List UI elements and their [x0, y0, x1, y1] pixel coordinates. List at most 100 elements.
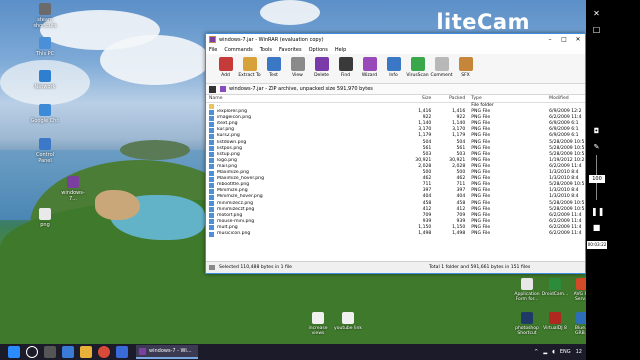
desktop-icon-label: png: [40, 222, 50, 228]
toolbar-button-label: View: [292, 73, 303, 78]
stop-icon[interactable]: ■: [591, 222, 602, 233]
desktop-icon[interactable]: png: [30, 208, 60, 228]
column-packed[interactable]: Packed: [433, 95, 467, 102]
file-list-header: Name Size Packed Type Modified: [206, 95, 585, 103]
toolbar-button-icon: [434, 57, 449, 71]
toolbar-button-icon: [338, 57, 353, 71]
toolbar-button-label: VirusScan: [406, 73, 429, 78]
toolbar-button[interactable]: Find: [334, 56, 357, 78]
toolbar-button[interactable]: Comment: [430, 56, 453, 78]
menu-item[interactable]: Commands: [224, 47, 252, 53]
png-file-icon: [209, 140, 214, 146]
png-file-icon: [209, 146, 214, 152]
toolbar-button[interactable]: VirusScan: [406, 56, 429, 78]
desktop-icon[interactable]: DroidCam...: [540, 278, 570, 297]
desktop-icon[interactable]: Blue... GRB...: [567, 312, 586, 336]
desktop-icon[interactable]: Network: [30, 70, 60, 90]
desktop-icon[interactable]: steam shortcuts: [30, 3, 60, 29]
desktop-icon[interactable]: photoshop Shortcut: [512, 312, 542, 336]
toolbar: Add Extract To Test View Delete Find Wizard Inf…: [206, 54, 585, 84]
file-packed: 1,498: [452, 230, 466, 236]
desktop-icon-label: increase views: [308, 326, 328, 336]
up-folder-icon[interactable]: [209, 85, 216, 93]
desktop-icon[interactable]: windows-7...: [58, 176, 88, 202]
desktop-icon[interactable]: Control Panel: [30, 138, 60, 164]
tray-language[interactable]: ENG: [560, 349, 571, 355]
file-explorer-icon[interactable]: [80, 346, 92, 358]
desktop-icon[interactable]: This PC: [30, 37, 60, 57]
file-modified: 6/2/2009 11:4: [549, 230, 582, 236]
menu-item[interactable]: Help: [335, 47, 346, 53]
toolbar-button[interactable]: View: [286, 56, 309, 78]
menu-item[interactable]: File: [209, 47, 217, 53]
pen-icon[interactable]: ✎: [591, 142, 602, 153]
column-modified[interactable]: Modified: [521, 95, 585, 102]
toolbar-button-icon: [386, 57, 401, 71]
address-bar[interactable]: windows-7.jar - ZIP archive, unpacked si…: [206, 84, 585, 95]
toolbar-button[interactable]: Delete: [310, 56, 333, 78]
network-icon[interactable]: ▂: [543, 349, 547, 355]
desktop-icon-image: [549, 278, 561, 290]
chrome-icon[interactable]: [98, 346, 110, 358]
toolbar-button[interactable]: SFX: [454, 56, 477, 78]
pause-icon[interactable]: ❚❚: [591, 206, 604, 217]
desktop-icon-image: [576, 312, 586, 324]
desktop-icon-image: [549, 312, 561, 324]
png-file-icon: [209, 115, 214, 121]
taskbar: windows-7 - Wi... ^ ▂ ◖ ENG 12: [0, 344, 586, 360]
column-name[interactable]: Name: [206, 95, 388, 102]
toolbar-button[interactable]: Add: [214, 56, 237, 78]
desktop-icon[interactable]: AVG PC Serv...: [567, 278, 586, 302]
maximize-icon[interactable]: □: [557, 34, 571, 45]
desktop-icon-image: [39, 70, 51, 82]
toolbar-button-icon: [290, 57, 305, 71]
table-row[interactable]: musicicon.png 1,498 1,498 PNG File 6/2/2009 …: [206, 231, 585, 237]
recorder-close-icon[interactable]: ✕: [591, 8, 602, 19]
file-list[interactable]: Name Size Packed Type Modified .. File fo…: [206, 95, 585, 261]
toolbar-button-label: Extract To: [238, 73, 261, 78]
taskbar-winrar-button[interactable]: windows-7 - Wi...: [136, 345, 198, 359]
toolbar-button[interactable]: Wizard: [358, 56, 381, 78]
task-view-icon[interactable]: [44, 346, 56, 358]
title-bar[interactable]: windows-7.jar - WinRAR (evaluation copy)…: [206, 34, 585, 45]
desktop-icon[interactable]: youtube link: [333, 312, 363, 331]
column-size[interactable]: Size: [388, 95, 433, 102]
desktop-icon[interactable]: Application Form for...: [512, 278, 542, 302]
cortana-icon[interactable]: [26, 346, 38, 358]
edge-icon[interactable]: [62, 346, 74, 358]
column-type[interactable]: Type: [467, 95, 521, 102]
desktop-icon-label: photoshop Shortcut: [515, 326, 539, 336]
menu-item[interactable]: Favorites: [279, 47, 302, 53]
png-file-icon: [209, 134, 214, 140]
window-title: windows-7.jar - WinRAR (evaluation copy): [219, 36, 324, 43]
png-file-icon: [209, 182, 214, 188]
minimize-icon[interactable]: –: [543, 34, 557, 45]
toolbar-button[interactable]: Info: [382, 56, 405, 78]
desktop-icon[interactable]: Google Chr.: [30, 104, 60, 124]
desktop-icon[interactable]: increase views: [303, 312, 333, 336]
toolbar-button-icon: [218, 57, 233, 71]
png-file-icon: [209, 158, 214, 164]
cloud: [260, 0, 320, 25]
png-file-icon: [209, 194, 214, 200]
menu-item[interactable]: Options: [309, 47, 328, 53]
toolbar-button[interactable]: Test: [262, 56, 285, 78]
close-icon[interactable]: ✕: [571, 34, 585, 45]
volume-icon[interactable]: ◖: [552, 349, 555, 355]
winrar-window[interactable]: windows-7.jar - WinRAR (evaluation copy)…: [205, 33, 586, 274]
camera-icon[interactable]: ◘: [591, 126, 602, 137]
menu-item[interactable]: Tools: [260, 47, 272, 53]
desktop-icon[interactable]: VirtualDJ 8: [540, 312, 570, 331]
tray-chevron-icon[interactable]: ^: [534, 349, 538, 355]
recorder-restore-icon[interactable]: □: [591, 24, 602, 35]
png-file-icon: [209, 188, 214, 194]
store-icon[interactable]: [116, 346, 128, 358]
toolbar-button-icon: [266, 57, 281, 71]
tray-clock[interactable]: 12: [576, 349, 582, 355]
taskbar-winrar-label: windows-7 - Wi...: [149, 348, 192, 354]
toolbar-button-label: Add: [221, 73, 230, 78]
toolbar-button[interactable]: Extract To: [238, 56, 261, 78]
start-windows-icon[interactable]: [8, 346, 20, 358]
desktop-icon-label: AVG PC Serv...: [573, 292, 586, 302]
png-file-icon: [209, 213, 214, 219]
